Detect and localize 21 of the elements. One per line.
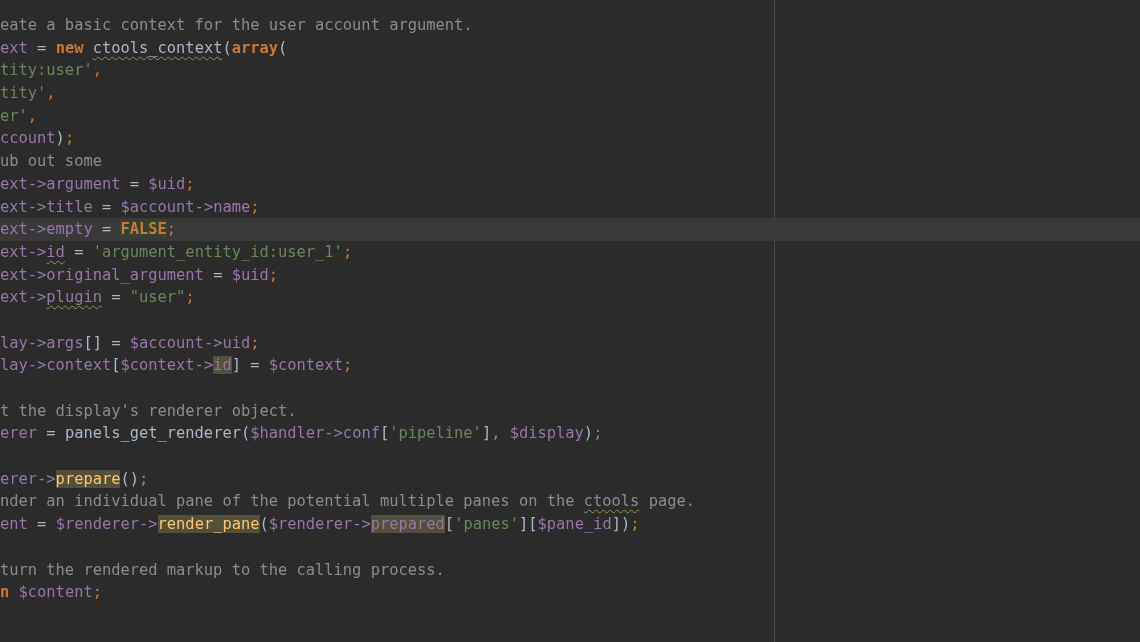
code-line: ccount); xyxy=(0,128,76,150)
code-line: ent = $renderer->render_pane($renderer->prepared['panes'][$pane_id]); xyxy=(0,514,641,536)
code-line: erer = panels_get_renderer($handler->conf['pipeline'], $display); xyxy=(0,423,604,445)
code-line: eate a basic context for the user account argument. xyxy=(0,15,474,36)
code-line: tity', xyxy=(0,83,57,105)
code-line: lay->context[$context->id] = $context; xyxy=(0,355,354,377)
code-line: tity:user', xyxy=(0,60,103,82)
code-line: ext->original_argument = $uid; xyxy=(0,264,280,286)
code-line: er', xyxy=(0,105,39,127)
code-line: lay->args[] = $account->uid; xyxy=(0,332,261,354)
code-line: ext->id = 'argument_entity_id:user_1'; xyxy=(0,241,354,263)
code-line: ub out some xyxy=(0,151,103,173)
code-line: ext->argument = $uid; xyxy=(0,173,196,195)
code-line: erer->prepare(); xyxy=(0,468,150,490)
code-line: turn the rendered markup to the calling process. xyxy=(0,559,446,581)
code-line: ext->plugin = "user"; xyxy=(0,287,196,309)
code-line: ext = new ctools_context(array( xyxy=(0,37,289,59)
code-line: n $content; xyxy=(0,582,103,604)
code-line: nder an individual pane of the potential multiple panes on the ctools page. xyxy=(0,491,696,513)
code-line: t the display's renderer object. xyxy=(0,400,298,422)
code-line: ext->title = $account->name; xyxy=(0,196,261,218)
